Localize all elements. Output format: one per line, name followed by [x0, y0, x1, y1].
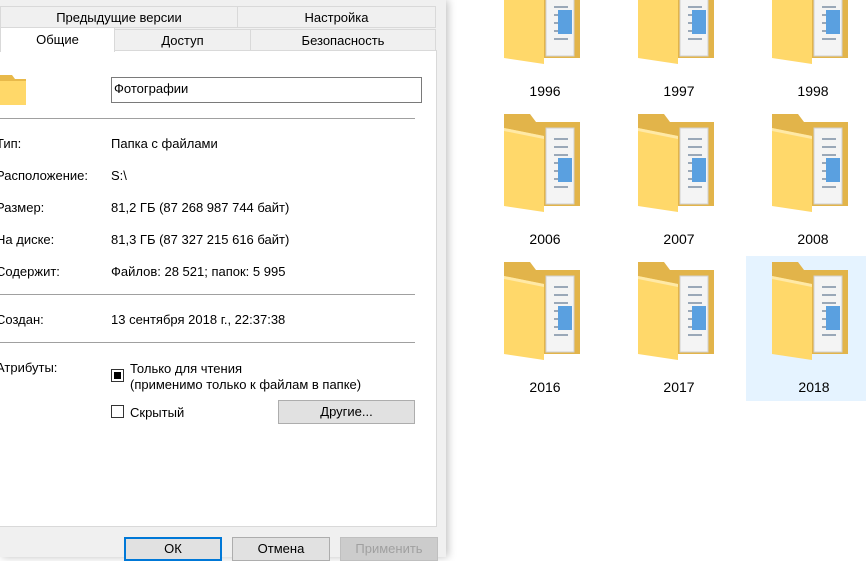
cancel-button[interactable]: Отмена [232, 537, 330, 561]
type-value: Папка с файлами [111, 136, 218, 151]
location-label: Расположение: [0, 168, 88, 183]
folder-tile-selected[interactable]: 2018 [746, 256, 866, 401]
contains-label: Содержит: [0, 264, 60, 279]
folder-tile[interactable]: 1996 [486, 0, 604, 105]
folder-label: 2006 [529, 231, 561, 247]
tab-customize[interactable]: Настройка [237, 6, 436, 28]
folder-label: 2007 [663, 231, 695, 247]
folder-icon [638, 262, 714, 360]
folder-icon [772, 262, 848, 360]
folder-name-input[interactable] [111, 77, 422, 103]
readonly-checkbox[interactable] [111, 369, 124, 382]
general-panel: Тип: Папка с файлами Расположение: S:\ Р… [0, 50, 437, 527]
folder-label: 2016 [529, 379, 561, 395]
size-on-disk-value: 81,3 ГБ (87 327 215 616 байт) [111, 232, 290, 247]
folder-label: 2018 [798, 379, 830, 395]
size-label: Размер: [0, 200, 45, 215]
folder-icon [772, 114, 848, 212]
folder-tile[interactable]: 2007 [620, 108, 738, 253]
folder-icon [504, 0, 580, 64]
size-value: 81,2 ГБ (87 268 987 744 байт) [111, 200, 290, 215]
readonly-note: (применимо только к файлам в папке) [130, 377, 362, 392]
folder-label: 1996 [529, 83, 561, 99]
readonly-label: Только для чтения [130, 361, 243, 376]
type-label: Тип: [0, 136, 22, 151]
folder-label: 2017 [663, 379, 695, 395]
folder-icon [504, 262, 580, 360]
folder-tile[interactable]: 2017 [620, 256, 738, 401]
advanced-button[interactable]: Другие... [278, 400, 415, 424]
separator [0, 294, 415, 295]
hidden-label: Скрытый [130, 405, 185, 420]
folder-label: 1997 [663, 83, 695, 99]
ok-button[interactable]: ОК [124, 537, 222, 561]
folder-icon [0, 75, 26, 105]
tab-general[interactable]: Общие [0, 27, 115, 52]
folder-label: 1998 [797, 83, 829, 99]
separator [0, 342, 415, 343]
tab-security[interactable]: Безопасность [250, 29, 436, 51]
folder-tile[interactable]: 2016 [486, 256, 604, 401]
folder-icon [638, 114, 714, 212]
contains-value: Файлов: 28 521; папок: 5 995 [111, 264, 286, 279]
size-on-disk-label: На диске: [0, 232, 55, 247]
folder-tile[interactable]: 2008 [754, 108, 866, 253]
hidden-checkbox[interactable] [111, 405, 124, 418]
folder-tile[interactable]: 1998 [754, 0, 866, 105]
folder-icon [504, 114, 580, 212]
folder-label: 2008 [797, 231, 829, 247]
attributes-label: Атрибуты: [0, 360, 58, 375]
folder-icon [772, 0, 848, 64]
location-value: S:\ [111, 168, 127, 183]
folder-icon [638, 0, 714, 64]
tab-sharing[interactable]: Доступ [114, 29, 251, 51]
properties-dialog: Предыдущие версии Настройка Общие Доступ… [0, 0, 446, 561]
folder-tile[interactable]: 1997 [620, 0, 738, 105]
separator [0, 118, 415, 119]
apply-button[interactable]: Применить [340, 537, 438, 561]
created-value: 13 сентября 2018 г., 22:37:38 [111, 312, 286, 327]
created-label: Создан: [0, 312, 44, 327]
tab-previous-versions[interactable]: Предыдущие версии [0, 6, 238, 28]
folder-tile[interactable]: 2006 [486, 108, 604, 253]
